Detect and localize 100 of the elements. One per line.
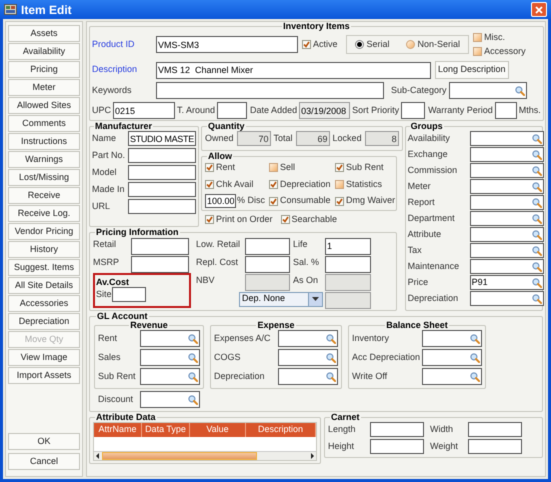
input-field[interactable] [245, 256, 290, 272]
lookup-field[interactable] [140, 368, 200, 385]
input-field[interactable]: 1 [325, 238, 371, 254]
input-field[interactable] [245, 238, 290, 254]
lookup-field[interactable] [422, 368, 482, 385]
lookup-field[interactable] [470, 291, 544, 306]
checkbox[interactable] [269, 180, 278, 189]
column-header[interactable]: Value [190, 423, 246, 437]
lookup-field[interactable] [470, 211, 544, 226]
input-field[interactable] [370, 422, 424, 437]
search-icon[interactable] [532, 150, 542, 160]
checkbox[interactable] [335, 180, 344, 189]
column-header[interactable]: Data Type [142, 423, 190, 437]
lookup-field[interactable] [140, 330, 200, 347]
input-field[interactable] [217, 102, 248, 119]
search-icon[interactable] [532, 198, 542, 208]
sidebar-button[interactable]: Comments [8, 115, 80, 132]
lookup-field[interactable] [470, 131, 544, 146]
checkbox[interactable] [205, 215, 214, 224]
search-icon[interactable] [470, 352, 480, 362]
input-field[interactable]: 03/19/2008 [299, 102, 350, 119]
sidebar-button[interactable]: Receive [8, 187, 80, 204]
checkbox[interactable] [302, 40, 311, 49]
input-field[interactable] [128, 199, 196, 214]
search-icon[interactable] [188, 334, 198, 344]
lookup-field[interactable] [470, 147, 544, 162]
input-field[interactable] [131, 256, 189, 272]
radio-button[interactable] [406, 40, 415, 49]
input-field[interactable] [370, 439, 424, 454]
search-icon[interactable] [532, 246, 542, 256]
search-icon[interactable] [532, 134, 542, 144]
lookup-field[interactable] [278, 330, 338, 347]
input-field[interactable]: VMS 12 Channel Mixer [156, 62, 431, 78]
lookup-field[interactable] [470, 227, 544, 242]
input-field[interactable] [468, 439, 522, 454]
input-field[interactable]: 0215 [113, 102, 176, 119]
search-icon[interactable] [470, 372, 480, 382]
search-icon[interactable] [532, 230, 542, 240]
search-icon[interactable] [470, 334, 480, 344]
search-icon[interactable] [326, 334, 336, 344]
sidebar-button[interactable]: Allowed Sites [8, 97, 80, 114]
search-icon[interactable] [326, 352, 336, 362]
column-header[interactable]: Description [246, 423, 316, 437]
search-icon[interactable] [532, 294, 542, 304]
lookup-field[interactable] [140, 391, 200, 408]
search-icon[interactable] [515, 86, 525, 96]
dialog-button[interactable]: OK [8, 433, 80, 450]
search-icon[interactable] [188, 394, 198, 404]
close-button[interactable] [531, 2, 547, 17]
input-field[interactable] [401, 102, 426, 119]
input-field[interactable] [112, 287, 146, 302]
input-field[interactable]: 100.00 [205, 194, 236, 208]
input-field[interactable] [156, 82, 384, 99]
lookup-field[interactable] [422, 330, 482, 347]
sidebar-button[interactable]: Meter [8, 79, 80, 96]
sidebar-button[interactable]: Suggest. Items [8, 259, 80, 276]
input-field[interactable] [131, 238, 189, 254]
sidebar-button[interactable]: Warnings [8, 151, 80, 168]
scroll-left-icon[interactable] [94, 452, 102, 460]
checkbox[interactable] [269, 163, 278, 172]
checkbox[interactable] [335, 163, 344, 172]
long-description-button[interactable]: Long Description [435, 61, 509, 79]
checkbox[interactable] [473, 46, 482, 56]
sidebar-button[interactable]: History [8, 241, 80, 258]
column-header[interactable]: AttrName [94, 423, 142, 437]
search-icon[interactable] [532, 166, 542, 176]
sidebar-button[interactable]: View Image [8, 349, 80, 366]
checkbox[interactable] [269, 196, 278, 206]
sidebar-button[interactable]: Receive Log. [8, 205, 80, 222]
sidebar-button[interactable]: Lost/Missing [8, 169, 80, 186]
scrollbar-thumb[interactable] [102, 452, 257, 460]
sidebar-button[interactable]: All Site Details [8, 277, 80, 294]
lookup-field[interactable] [140, 349, 200, 366]
search-icon[interactable] [532, 182, 542, 192]
lookup-field[interactable] [470, 163, 544, 178]
input-field[interactable] [325, 256, 371, 272]
lookup-field[interactable]: P91 [470, 275, 544, 290]
scroll-right-icon[interactable] [308, 452, 316, 460]
sidebar-button[interactable]: Instructions [8, 133, 80, 150]
checkbox[interactable] [335, 196, 344, 206]
lookup-field[interactable] [470, 243, 544, 258]
sidebar-button[interactable]: Accessories [8, 295, 80, 312]
sidebar-button[interactable]: Pricing [8, 61, 80, 78]
sidebar-button[interactable]: Depreciation [8, 313, 80, 330]
horizontal-scrollbar[interactable] [94, 451, 316, 460]
radio-button[interactable] [354, 40, 364, 49]
checkbox[interactable] [205, 163, 214, 172]
input-field[interactable] [128, 148, 196, 163]
lookup-field[interactable] [449, 82, 527, 99]
dropdown[interactable]: Dep. None [239, 292, 323, 306]
lookup-field[interactable] [422, 349, 482, 366]
lookup-field[interactable] [278, 349, 338, 366]
checkbox[interactable] [280, 215, 290, 224]
search-icon[interactable] [326, 372, 336, 382]
lookup-field[interactable] [470, 179, 544, 194]
input-field[interactable] [468, 422, 522, 437]
sidebar-button[interactable]: Availability [8, 43, 80, 60]
lookup-field[interactable] [470, 259, 544, 274]
checkbox[interactable] [205, 180, 214, 189]
input-field[interactable] [128, 165, 196, 180]
